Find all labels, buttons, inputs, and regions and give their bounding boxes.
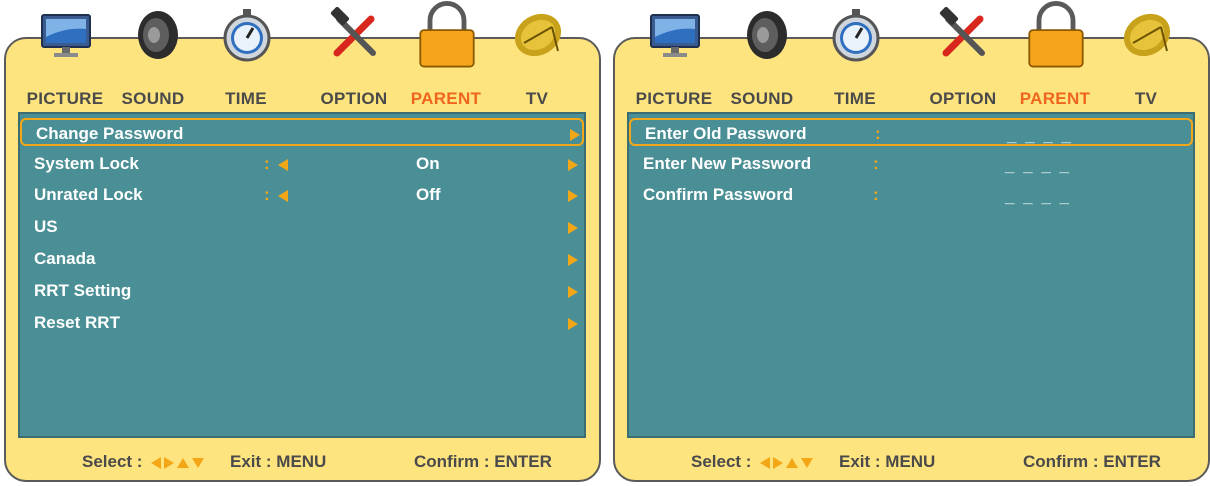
tab-label: SOUND — [121, 89, 185, 108]
change-password-panel: PICTURE SOUND TIME OPTION PARENT TV Ente… — [613, 1, 1210, 482]
monitor-icon — [41, 14, 91, 57]
parent-menu-panel: PICTURE SOUND TIME OPTION PARENT TV Chan… — [4, 1, 601, 482]
tab-parent[interactable]: PARENT — [1010, 1, 1100, 117]
menu-item-label: Change Password — [36, 124, 184, 143]
tab-sound[interactable]: SOUND — [108, 7, 198, 117]
tools-icon — [939, 7, 985, 57]
satellite-dish-icon — [514, 13, 562, 57]
menu-item-value: On — [416, 154, 440, 173]
hint-select-label: Select : — [691, 452, 752, 471]
tab-option[interactable]: OPTION — [309, 7, 399, 117]
satellite-dish-icon — [1123, 13, 1171, 57]
hint-select: Select : — [691, 452, 816, 473]
old-password-field[interactable]: Enter Old Password : _ _ _ _ — [629, 118, 1193, 146]
tab-label: PARENT — [1019, 89, 1091, 108]
menu-item-rrt-setting[interactable]: RRT Setting — [20, 277, 584, 305]
confirm-password-field[interactable]: Confirm Password : _ _ _ _ — [629, 181, 1193, 209]
menu-item-unrated-lock[interactable]: Unrated Lock : Off — [20, 181, 584, 209]
tab-sound[interactable]: SOUND — [717, 7, 807, 117]
left-arrow-icon[interactable] — [278, 159, 288, 171]
right-arrow-icon — [568, 254, 578, 266]
menu-list: Change Password System Lock : On Unrated… — [18, 112, 586, 438]
password-form: Enter Old Password : _ _ _ _ Enter New P… — [627, 112, 1195, 438]
speaker-icon — [138, 11, 178, 59]
hint-exit: Exit : MENU — [230, 452, 327, 471]
tab-parent[interactable]: PARENT — [401, 1, 491, 117]
separator-colon: : — [875, 124, 881, 143]
left-arrow-icon[interactable] — [278, 190, 288, 202]
right-arrow-icon — [568, 318, 578, 330]
right-arrow-icon — [568, 222, 578, 234]
password-input[interactable]: _ _ _ _ — [1005, 156, 1071, 176]
footer-hints: Select : Exit : MENU Confirm : ENTER — [613, 449, 1210, 475]
tab-label: PICTURE — [26, 89, 104, 108]
tab-bar: PICTURE SOUND TIME OPTION PARENT TV — [613, 1, 1210, 117]
menu-item-canada[interactable]: Canada — [20, 245, 584, 273]
tools-icon — [330, 7, 376, 57]
tab-label: PICTURE — [635, 89, 713, 108]
field-label: Confirm Password — [643, 185, 794, 204]
menu-item-value: Off — [416, 185, 441, 204]
menu-item-us[interactable]: US — [20, 213, 584, 241]
field-label: Enter New Password — [643, 154, 812, 173]
menu-item-reset-rrt[interactable]: Reset RRT — [20, 309, 584, 337]
tab-label: PARENT — [410, 89, 482, 108]
menu-item-label: US — [34, 217, 58, 236]
footer-hints: Select : Exit : MENU Confirm : ENTER — [4, 449, 601, 475]
new-password-field[interactable]: Enter New Password : _ _ _ _ — [629, 150, 1193, 178]
menu-item-label: Reset RRT — [34, 313, 120, 332]
menu-item-system-lock[interactable]: System Lock : On — [20, 150, 584, 178]
menu-item-label: Unrated Lock — [34, 185, 143, 204]
navigation-arrows-icon — [760, 453, 816, 473]
menu-item-label: Canada — [34, 249, 96, 268]
monitor-icon — [650, 14, 700, 57]
tab-label: TV — [525, 89, 549, 108]
right-arrow-icon[interactable] — [568, 159, 578, 171]
password-input[interactable]: _ _ _ _ — [1005, 187, 1071, 207]
right-arrow-icon[interactable] — [568, 190, 578, 202]
tab-time[interactable]: TIME — [201, 7, 291, 117]
tab-bar: PICTURE SOUND TIME OPTION PARENT TV — [4, 1, 601, 117]
tab-tv[interactable]: TV — [1101, 7, 1191, 117]
speaker-icon — [747, 11, 787, 59]
lock-icon — [1028, 1, 1084, 68]
tab-option[interactable]: OPTION — [918, 7, 1008, 117]
tab-label: TIME — [834, 89, 876, 108]
right-arrow-icon — [570, 129, 580, 141]
separator-colon: : — [873, 154, 879, 173]
menu-item-change-password[interactable]: Change Password — [20, 118, 584, 146]
tab-label: TIME — [225, 89, 267, 108]
tab-tv[interactable]: TV — [492, 7, 582, 117]
password-input[interactable]: _ _ _ _ — [1007, 126, 1073, 146]
tab-picture[interactable]: PICTURE — [629, 7, 719, 117]
hint-exit: Exit : MENU — [839, 452, 936, 471]
stopwatch-icon — [832, 9, 880, 62]
lock-icon — [419, 1, 475, 68]
tab-label: OPTION — [320, 89, 388, 108]
separator-colon: : — [264, 154, 270, 173]
stopwatch-icon — [223, 9, 271, 62]
tab-time[interactable]: TIME — [810, 7, 900, 117]
hint-select-label: Select : — [82, 452, 143, 471]
field-label: Enter Old Password — [645, 124, 807, 143]
navigation-arrows-icon — [151, 453, 207, 473]
tab-label: SOUND — [730, 89, 794, 108]
tab-picture[interactable]: PICTURE — [20, 7, 110, 117]
tab-label: TV — [1134, 89, 1158, 108]
separator-colon: : — [264, 185, 270, 204]
hint-confirm: Confirm : ENTER — [1023, 452, 1161, 471]
hint-select: Select : — [82, 452, 207, 473]
hint-confirm: Confirm : ENTER — [414, 452, 552, 471]
menu-item-label: RRT Setting — [34, 281, 132, 300]
tab-label: OPTION — [929, 89, 997, 108]
separator-colon: : — [873, 185, 879, 204]
right-arrow-icon — [568, 286, 578, 298]
menu-item-label: System Lock — [34, 154, 139, 173]
